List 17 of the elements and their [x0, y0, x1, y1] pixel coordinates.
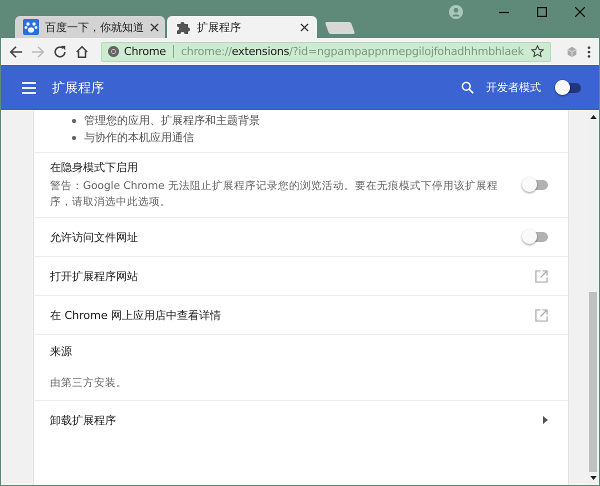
setting-label: 在 Chrome 网上应用店中查看详情: [50, 308, 222, 322]
setting-label: 来源: [50, 344, 73, 359]
setting-description: 由第三方安装。: [50, 376, 127, 391]
page-title: 扩展程序: [52, 80, 104, 96]
setting-label: 卸载扩展程序: [50, 412, 116, 428]
url-text: chrome://extensions/?id=ngpampappnmepgilojfohadhhmbhlaek: [180, 45, 525, 58]
setting-description: 警告：Google Chrome 无法阻止扩展程序记录您的浏览活动。要在无痕模式下停用该扩展程序，请取消选中此选项。: [50, 179, 499, 210]
feature-item: 管理您的应用、扩展程序和主题背景: [84, 113, 260, 128]
setting-label: 在隐身模式下启用: [50, 160, 139, 175]
developer-mode-label: 开发者模式: [486, 80, 541, 95]
setting-label: 打开扩展程序网站: [50, 268, 138, 284]
browser-tab[interactable]: 扩展程序: [167, 16, 317, 38]
setting-label: 允许访问文件网址: [50, 230, 138, 244]
browser-tab[interactable]: 百度一下，你就知道: [15, 16, 165, 38]
address-bar[interactable]: Chrome chrome://extensions/?id=ngpampappnmepgilojfohadhhmbhlaek: [101, 42, 551, 62]
security-label: Chrome: [124, 45, 166, 58]
feature-item: 与协作的本机应用通信: [84, 130, 194, 145]
